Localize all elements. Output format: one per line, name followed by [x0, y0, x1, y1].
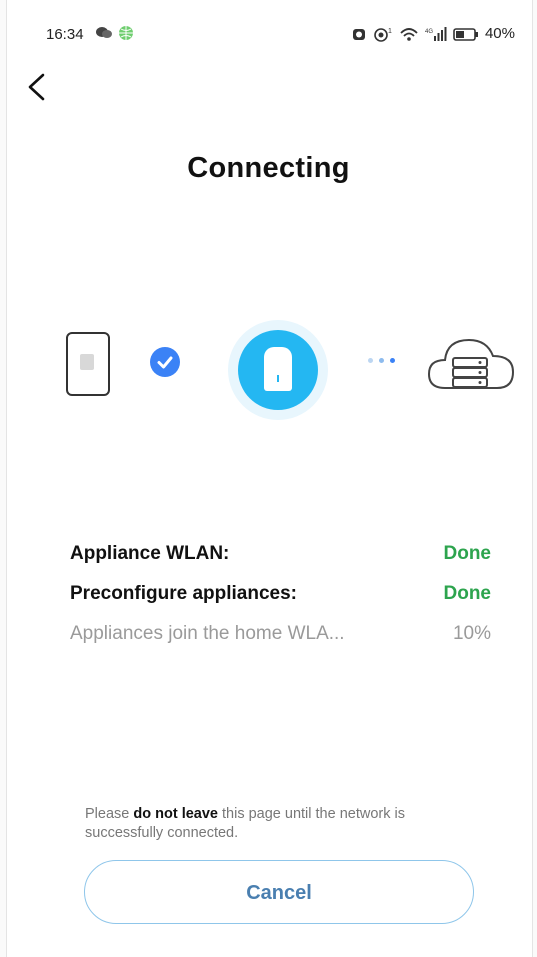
step-appliance-wlan: Appliance WLAN: Done: [70, 543, 491, 583]
progress-dots-icon: [368, 358, 395, 363]
battery-percent: 40%: [484, 25, 515, 42]
svg-text:4G: 4G: [425, 29, 433, 35]
battery-icon: [453, 27, 478, 41]
dot: [368, 358, 373, 363]
appliance-icon: [228, 320, 328, 420]
step-preconfigure-appliances: Preconfigure appliances: Done: [70, 583, 491, 623]
status-time: 16:34: [46, 26, 84, 43]
connection-steps: Appliance WLAN: Done Preconfigure applia…: [70, 543, 491, 663]
notice-text: Please do not leave this page until the …: [85, 805, 445, 843]
status-bar: 16:34 1 4G 40%: [0, 22, 537, 48]
step-label: Appliance WLAN:: [70, 543, 230, 564]
phone-screen: [80, 354, 94, 370]
appliance-circle: [238, 330, 318, 410]
screen-frame-left: [0, 0, 7, 957]
chat-bubble-icon: [96, 27, 112, 38]
step-label: Preconfigure appliances:: [70, 583, 298, 604]
step-progress: 10%: [452, 623, 491, 644]
status-right-icons: 1 4G 40%: [351, 25, 515, 42]
notice-emphasis: do not leave: [133, 806, 218, 822]
back-button[interactable]: [24, 72, 52, 102]
step-status: Done: [443, 583, 492, 604]
screen-frame-right: [532, 0, 537, 957]
step-join-home-wlan: Appliances join the home WLA... 10%: [70, 623, 491, 663]
nfc-icon: 1: [374, 28, 392, 42]
connection-flow: [0, 320, 537, 420]
cancel-button[interactable]: Cancel: [84, 860, 474, 924]
page-title: Connecting: [187, 152, 350, 184]
check-circle-icon: [150, 347, 180, 377]
status-left-icons: [95, 25, 134, 41]
signal-icon: 4G: [425, 26, 447, 41]
dot: [390, 358, 395, 363]
cloud-server-icon: [427, 338, 515, 389]
step-label: Appliances join the home WLA...: [70, 623, 345, 644]
appliance-indicator: [277, 375, 279, 382]
notice-prefix: Please: [85, 806, 134, 822]
dot: [379, 358, 384, 363]
chevron-left-icon: [28, 73, 45, 101]
step-status: Done: [443, 543, 492, 564]
wifi-icon: [400, 27, 418, 41]
appliance-box: [264, 347, 292, 391]
globe-icon: [119, 26, 133, 40]
alarm-icon: [352, 28, 365, 40]
phone-icon: [66, 332, 110, 396]
svg-text:1: 1: [388, 28, 392, 35]
